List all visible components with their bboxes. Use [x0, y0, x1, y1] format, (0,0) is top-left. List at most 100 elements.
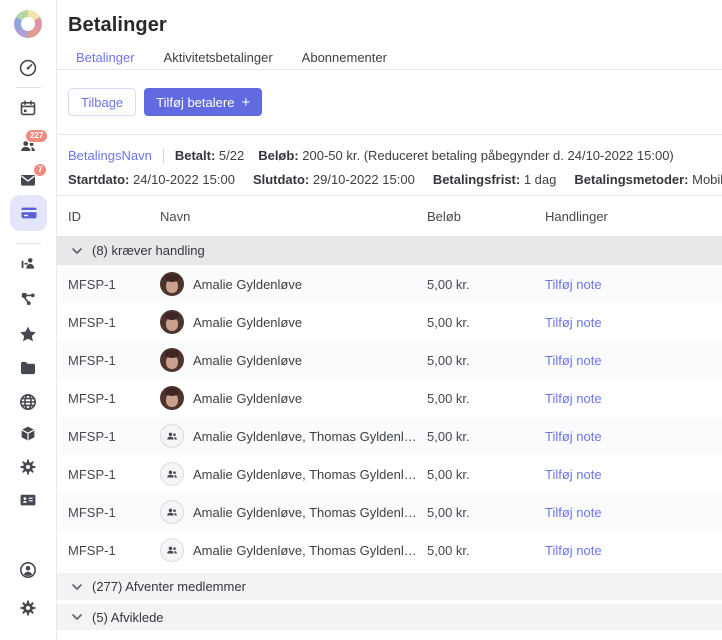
tab-aktivitetsbetalinger[interactable]: Aktivitetsbetalinger [164, 50, 273, 65]
section-label: (277) Afventer medlemmer [92, 579, 246, 594]
table-row[interactable]: MFSP-1 Amalie Gyldenløve 5,00 kr. Tilføj… [57, 341, 722, 379]
group-icon [165, 543, 179, 557]
add-note-link[interactable]: Tilføj note [545, 391, 602, 406]
contact-card-icon [18, 490, 38, 510]
table-row[interactable]: MFSP-1 Amalie Gyldenløve 5,00 kr. Tilføj… [57, 265, 722, 303]
add-payers-button[interactable]: Tilføj betalere + [144, 88, 262, 116]
sidebar-divider [16, 243, 41, 244]
sidebar-divider [16, 87, 41, 88]
dashboard-gauge-icon [18, 58, 38, 78]
sidebar-item-website[interactable] [18, 392, 38, 412]
cube-icon [18, 424, 38, 444]
row-name: Amalie Gyldenløve, Thomas Gyldenløve, Lu… [193, 467, 417, 482]
plus-icon: + [241, 95, 250, 110]
add-note-link[interactable]: Tilføj note [545, 277, 602, 292]
table-header: ID Navn Beløb Handlinger [57, 196, 722, 236]
sidebar-item-network[interactable] [18, 289, 38, 309]
person-coach-icon [18, 254, 38, 274]
network-share-icon [18, 289, 38, 309]
add-note-link[interactable]: Tilføj note [545, 429, 602, 444]
payment-info: BetalingsNavn Betalt: 5/22Beløb: 200-50 … [57, 135, 722, 196]
table-body: MFSP-1 Amalie Gyldenløve 5,00 kr. Tilføj… [57, 265, 722, 569]
row-name-cell: Amalie Gyldenløve, Thomas Gyldenløve, Lu… [160, 424, 427, 448]
add-payers-label: Tilføj betalere [156, 95, 234, 110]
row-name-cell: Amalie Gyldenløve [160, 348, 427, 372]
column-navn: Navn [160, 209, 427, 224]
chevron-down-icon [72, 614, 82, 620]
group-icon [165, 505, 179, 519]
payment-info-fields2: Startdato: 24/10-2022 15:00Slutdato: 29/… [68, 172, 722, 187]
sidebar-item-files[interactable] [18, 358, 38, 378]
column-handlinger: Handlinger [545, 209, 722, 224]
section-afviklede[interactable]: (5) Afviklede [57, 604, 722, 630]
payment-name-link[interactable]: BetalingsNavn [68, 148, 152, 163]
sidebar-item-favorites[interactable] [18, 324, 38, 344]
table-row[interactable]: MFSP-1 Amalie Gyldenløve 5,00 kr. Tilføj… [57, 379, 722, 417]
row-name: Amalie Gyldenløve, Thomas Gyldenløve, Lu… [193, 429, 417, 444]
tab-betalinger[interactable]: Betalinger [76, 50, 135, 65]
row-name: Amalie Gyldenløve [193, 277, 302, 292]
back-button[interactable]: Tilbage [68, 88, 136, 116]
row-name: Amalie Gyldenløve, Thomas Gyldenløve, Lu… [193, 505, 417, 520]
row-name-cell: Amalie Gyldenløve, Thomas Gyldenløve, Lu… [160, 500, 427, 524]
sidebar-item-calendar[interactable] [18, 98, 38, 118]
sidebar-item-contacts[interactable] [18, 490, 38, 510]
table-row[interactable]: MFSP-1 Amalie Gyldenløve, Thomas Gyldenl… [57, 417, 722, 455]
tab-bar: Betalinger Aktivitetsbetalinger Abonneme… [76, 50, 722, 65]
member-avatar [160, 310, 184, 334]
info-field: Startdato: 24/10-2022 15:00 [68, 172, 235, 187]
add-note-link[interactable]: Tilføj note [545, 315, 602, 330]
row-id: MFSP-1 [68, 353, 160, 368]
sidebar: 227 7 [0, 0, 57, 640]
main-content: Betalinger Betalinger Aktivitetsbetaling… [57, 0, 722, 640]
member-avatar [160, 348, 184, 372]
app-logo[interactable] [14, 10, 42, 38]
sidebar-item-account[interactable] [18, 560, 38, 580]
row-name: Amalie Gyldenløve [193, 391, 302, 406]
sidebar-item-dashboard[interactable] [18, 58, 38, 78]
column-beloeb: Beløb [427, 209, 545, 224]
row-id: MFSP-1 [68, 543, 160, 558]
sidebar-item-products[interactable] [18, 424, 38, 444]
sidebar-item-payments[interactable] [10, 195, 47, 231]
row-amount: 5,00 kr. [427, 543, 545, 558]
page-header: Betalinger Betalinger Aktivitetsbetaling… [57, 0, 722, 70]
add-note-link[interactable]: Tilføj note [545, 353, 602, 368]
section-afventer-medlemmer[interactable]: (277) Afventer medlemmer [57, 573, 722, 600]
table-row[interactable]: MFSP-1 Amalie Gyldenløve, Thomas Gyldenl… [57, 493, 722, 531]
calendar-icon [18, 98, 38, 118]
table-row[interactable]: MFSP-1 Amalie Gyldenløve, Thomas Gyldenl… [57, 531, 722, 569]
section-kraever-handling[interactable]: (8) kræver handling [57, 236, 722, 265]
info-field: Beløb: 200-50 kr. (Reduceret betaling på… [258, 148, 674, 163]
row-id: MFSP-1 [68, 277, 160, 292]
add-note-link[interactable]: Tilføj note [545, 505, 602, 520]
add-note-link[interactable]: Tilføj note [545, 467, 602, 482]
add-note-link[interactable]: Tilføj note [545, 543, 602, 558]
row-id: MFSP-1 [68, 391, 160, 406]
sidebar-item-settings[interactable] [18, 598, 38, 618]
info-field: Betalingsmetoder: MobilePay, Ekstern bet… [574, 172, 722, 187]
page-title: Betalinger [68, 14, 722, 37]
row-amount: 5,00 kr. [427, 429, 545, 444]
payment-info-fields1: Betalt: 5/22Beløb: 200-50 kr. (Reduceret… [175, 148, 688, 163]
toolbar: Tilbage Tilføj betalere + [57, 70, 722, 135]
row-name: Amalie Gyldenløve [193, 353, 302, 368]
row-name-cell: Amalie Gyldenløve [160, 386, 427, 410]
row-amount: 5,00 kr. [427, 315, 545, 330]
tab-abonnementer[interactable]: Abonnementer [302, 50, 387, 65]
star-icon [18, 324, 38, 344]
group-avatar [160, 462, 184, 486]
group-avatar [160, 424, 184, 448]
vertical-separator [163, 149, 164, 163]
payment-info-line1: BetalingsNavn Betalt: 5/22Beløb: 200-50 … [68, 145, 722, 166]
row-amount: 5,00 kr. [427, 467, 545, 482]
group-avatar [160, 500, 184, 524]
sidebar-item-coaching[interactable] [18, 254, 38, 274]
sidebar-item-automation[interactable] [18, 457, 38, 477]
row-name-cell: Amalie Gyldenløve [160, 310, 427, 334]
row-name-cell: Amalie Gyldenløve, Thomas Gyldenløve, Lu… [160, 462, 427, 486]
messages-badge: 7 [33, 163, 47, 177]
table-row[interactable]: MFSP-1 Amalie Gyldenløve 5,00 kr. Tilføj… [57, 303, 722, 341]
globe-icon [18, 392, 38, 412]
table-row[interactable]: MFSP-1 Amalie Gyldenløve, Thomas Gyldenl… [57, 455, 722, 493]
